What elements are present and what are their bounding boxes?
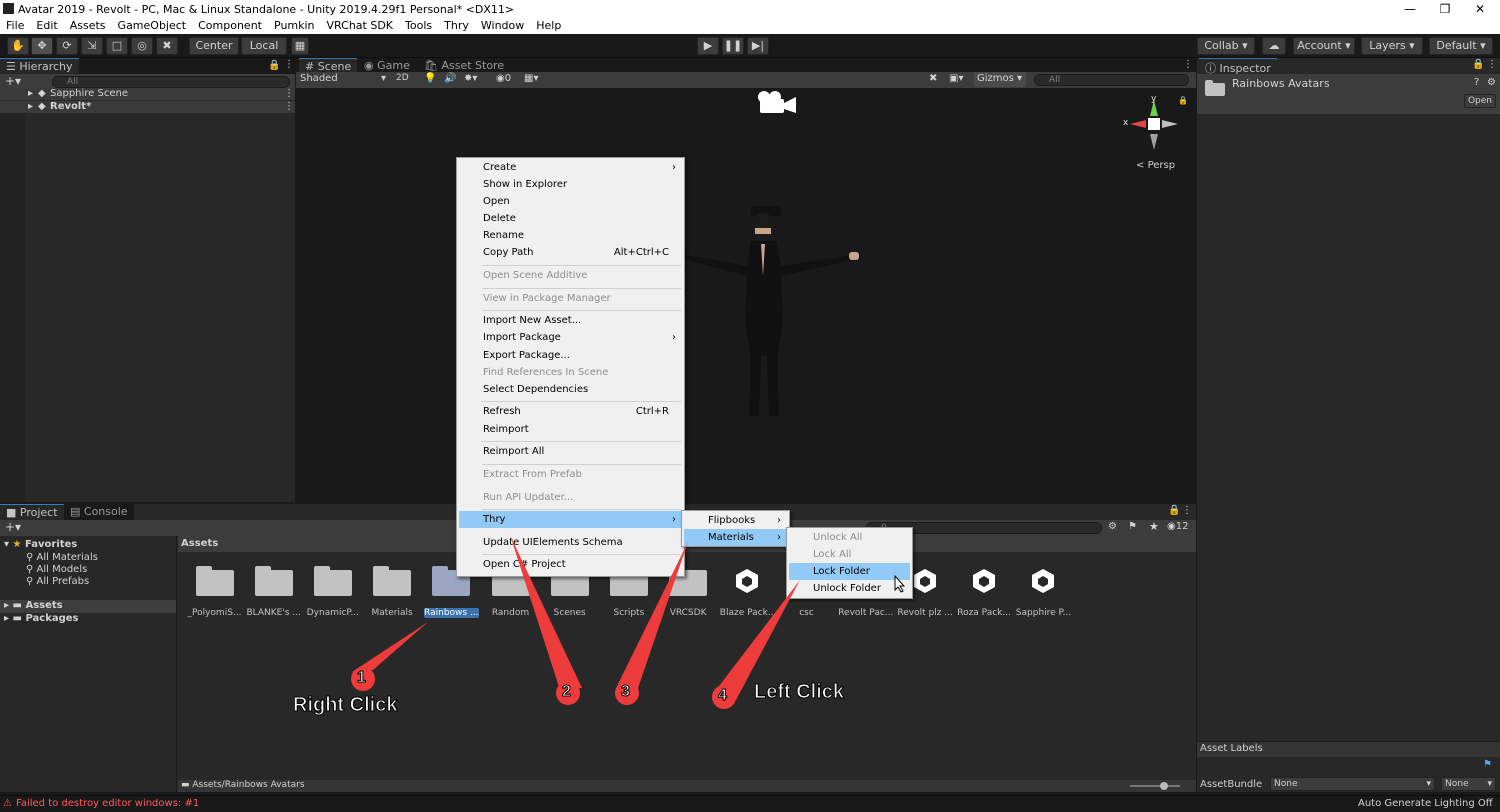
- status-lighting-text: Auto Generate Lighting Off: [1358, 798, 1493, 809]
- left-click-caption: Left Click: [753, 681, 845, 704]
- status-error-text[interactable]: Failed to destroy editor windows: #1: [16, 798, 199, 809]
- marker-3: 3: [621, 683, 631, 701]
- marker-2: 2: [562, 683, 572, 701]
- marker-1: 1: [357, 669, 367, 687]
- error-icon: ⚠: [3, 798, 12, 809]
- status-bar: ⚠ Failed to destroy editor windows: #1 A…: [0, 795, 1500, 812]
- right-click-caption: Right Click: [292, 694, 398, 717]
- annotation-overlay: [351, 535, 800, 709]
- marker-4: 4: [718, 687, 728, 705]
